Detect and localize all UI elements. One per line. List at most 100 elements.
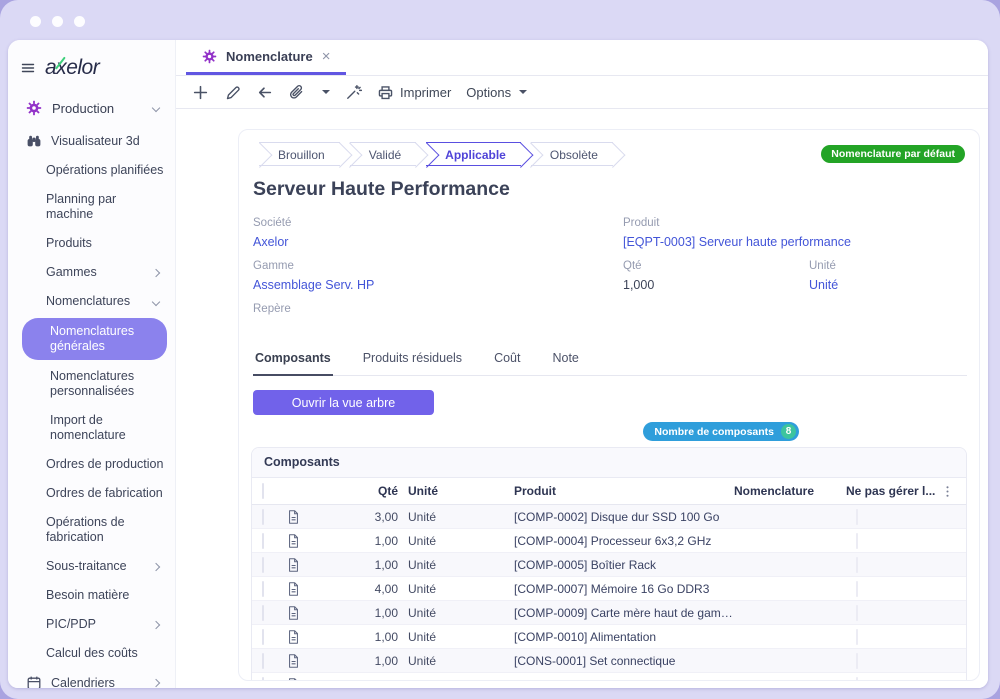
- item-ordres-de-fabrication[interactable]: Ordres de fabrication: [8, 479, 175, 508]
- count-badge-value: 8: [781, 424, 796, 439]
- table-row[interactable]: 4,00 Unité [COMP-0007] Mémoire 16 Go DDR…: [252, 577, 966, 601]
- manage-checkbox[interactable]: [856, 533, 858, 549]
- tab-nomenclature[interactable]: Nomenclature ×: [186, 40, 346, 75]
- status-step-applicable[interactable]: Applicable: [426, 142, 521, 166]
- print-button[interactable]: Imprimer: [377, 84, 451, 101]
- item-besoin-matiere[interactable]: Besoin matière: [8, 581, 175, 610]
- table-header: Qté Unité Produit Nomenclature Ne pas gé…: [252, 478, 966, 505]
- column-header-unit[interactable]: Unité: [408, 484, 514, 498]
- field-value: [253, 321, 609, 337]
- tab-composants[interactable]: Composants: [253, 351, 333, 376]
- row-checkbox[interactable]: [262, 581, 264, 597]
- hamburger-menu-icon[interactable]: [20, 60, 36, 76]
- column-header-manage[interactable]: Ne pas gérer l...: [846, 484, 940, 498]
- item-sous-traitance[interactable]: Sous-traitance: [8, 552, 175, 581]
- document-icon: [286, 629, 301, 645]
- column-menu-icon[interactable]: [940, 484, 955, 499]
- edit-button[interactable]: [224, 84, 241, 101]
- table-row[interactable]: 1,00 Unité [CONS-0001] Set connectique: [252, 649, 966, 673]
- row-checkbox[interactable]: [262, 653, 264, 669]
- tab-note[interactable]: Note: [550, 351, 580, 376]
- options-menu-button[interactable]: Options: [466, 85, 527, 100]
- table-row[interactable]: 1,00 Unité [COMP-0010] Alimentation: [252, 625, 966, 649]
- item-pic-pdp[interactable]: PIC/PDP: [8, 610, 175, 639]
- manage-checkbox[interactable]: [856, 557, 858, 573]
- back-button[interactable]: [256, 84, 273, 101]
- attachment-caret-icon[interactable]: [322, 90, 330, 94]
- row-checkbox[interactable]: [262, 629, 264, 645]
- axelor-logo: axelor: [45, 56, 99, 80]
- item-nomenclatures-generales[interactable]: Nomenclatures générales: [22, 318, 167, 360]
- column-header-qty[interactable]: Qté: [316, 484, 408, 498]
- row-checkbox[interactable]: [262, 557, 264, 573]
- panel-title: Composants: [252, 448, 966, 478]
- row-checkbox[interactable]: [262, 533, 264, 549]
- manage-checkbox[interactable]: [856, 629, 858, 645]
- item-calendriers[interactable]: Calendriers: [8, 668, 175, 688]
- window-dot[interactable]: [52, 16, 63, 27]
- table-row[interactable]: 1,00 Unité [COMP-0009] Carte mère haut d…: [252, 601, 966, 625]
- row-checkbox[interactable]: [262, 605, 264, 621]
- select-all-checkbox[interactable]: [262, 483, 264, 499]
- status-step-obsolete[interactable]: Obsolète: [531, 142, 613, 166]
- field-repere: Repère: [253, 303, 609, 337]
- attachment-button[interactable]: [288, 84, 305, 101]
- wand-button[interactable]: [345, 84, 362, 101]
- item-operations-de-fabrication[interactable]: Opérations de fabrication: [8, 508, 175, 552]
- field-value-link[interactable]: Axelor: [253, 235, 609, 251]
- window-dot[interactable]: [30, 16, 41, 27]
- item-visualisateur-3d[interactable]: Visualisateur 3d: [8, 126, 175, 156]
- field-label: Repère: [253, 303, 609, 315]
- document-icon: [286, 509, 301, 525]
- manage-checkbox[interactable]: [856, 581, 858, 597]
- open-tree-view-button[interactable]: Ouvrir la vue arbre: [253, 390, 434, 415]
- item-ordres-de-production[interactable]: Ordres de production: [8, 450, 175, 479]
- item-operations-planifiees[interactable]: Opérations planifiées: [8, 156, 175, 185]
- manage-checkbox[interactable]: [856, 605, 858, 621]
- row-checkbox[interactable]: [262, 677, 264, 681]
- tab-cout[interactable]: Coût: [492, 351, 522, 376]
- item-import-de-nomenclature[interactable]: Import de nomenclature: [8, 406, 175, 450]
- manage-checkbox[interactable]: [856, 677, 858, 681]
- options-caret-icon: [519, 90, 527, 94]
- sidebar: axelor Production Visualisateur 3d: [8, 40, 176, 688]
- table-row[interactable]: 1,00 Unité [CONS-0002] Set visserie: [252, 673, 966, 681]
- item-produits[interactable]: Produits: [8, 229, 175, 258]
- column-header-product[interactable]: Produit: [514, 484, 734, 498]
- field-value-link[interactable]: [EQPT-0003] Serveur haute performance: [623, 235, 967, 251]
- manage-checkbox[interactable]: [856, 653, 858, 669]
- chevron-right-icon: [152, 562, 160, 570]
- tab-label: Nomenclature: [226, 49, 313, 64]
- item-gammes[interactable]: Gammes: [8, 258, 175, 287]
- field-value-link[interactable]: Unité: [809, 278, 967, 294]
- status-step-valide[interactable]: Validé: [350, 142, 416, 166]
- column-header-nomenclature[interactable]: Nomenclature: [734, 484, 846, 498]
- window-controls: [30, 16, 85, 27]
- item-planning-par-machine[interactable]: Planning par machine: [8, 185, 175, 229]
- record-card: Brouillon Validé Applicable Obsolète Nomenc…: [238, 129, 980, 681]
- item-nomenclatures-personnalisees[interactable]: Nomenclatures personnalisées: [8, 362, 175, 406]
- toolbar: Imprimer Options: [176, 76, 988, 109]
- document-icon: [286, 533, 301, 549]
- chevron-down-icon: [152, 297, 160, 305]
- table-row[interactable]: 1,00 Unité [COMP-0004] Processeur 6x3,2 …: [252, 529, 966, 553]
- table-row[interactable]: 1,00 Unité [COMP-0005] Boîtier Rack: [252, 553, 966, 577]
- item-calcul-des-couts[interactable]: Calcul des coûts: [8, 639, 175, 668]
- field-societe: Société Axelor: [253, 217, 609, 251]
- window-dot[interactable]: [74, 16, 85, 27]
- close-icon[interactable]: ×: [322, 48, 331, 65]
- row-checkbox[interactable]: [262, 509, 264, 525]
- sidebar-module-production[interactable]: Production: [8, 92, 175, 126]
- record-title: Serveur Haute Performance: [253, 178, 967, 201]
- window-frame: axelor Production Visualisateur 3d: [0, 0, 1000, 699]
- new-record-button[interactable]: [192, 84, 209, 101]
- item-nomenclatures[interactable]: Nomenclatures: [8, 287, 175, 316]
- table-row[interactable]: 3,00 Unité [COMP-0002] Disque dur SSD 10…: [252, 505, 966, 529]
- status-step-brouillon[interactable]: Brouillon: [259, 142, 340, 166]
- document-icon: [286, 605, 301, 621]
- manage-checkbox[interactable]: [856, 509, 858, 525]
- status-row: BrouillonValidéApplicableObsolète Nomenc…: [251, 142, 967, 166]
- tab-produits-residuels[interactable]: Produits résiduels: [361, 351, 464, 376]
- field-value-link[interactable]: Assemblage Serv. HP: [253, 278, 609, 294]
- document-icon: [286, 677, 301, 681]
